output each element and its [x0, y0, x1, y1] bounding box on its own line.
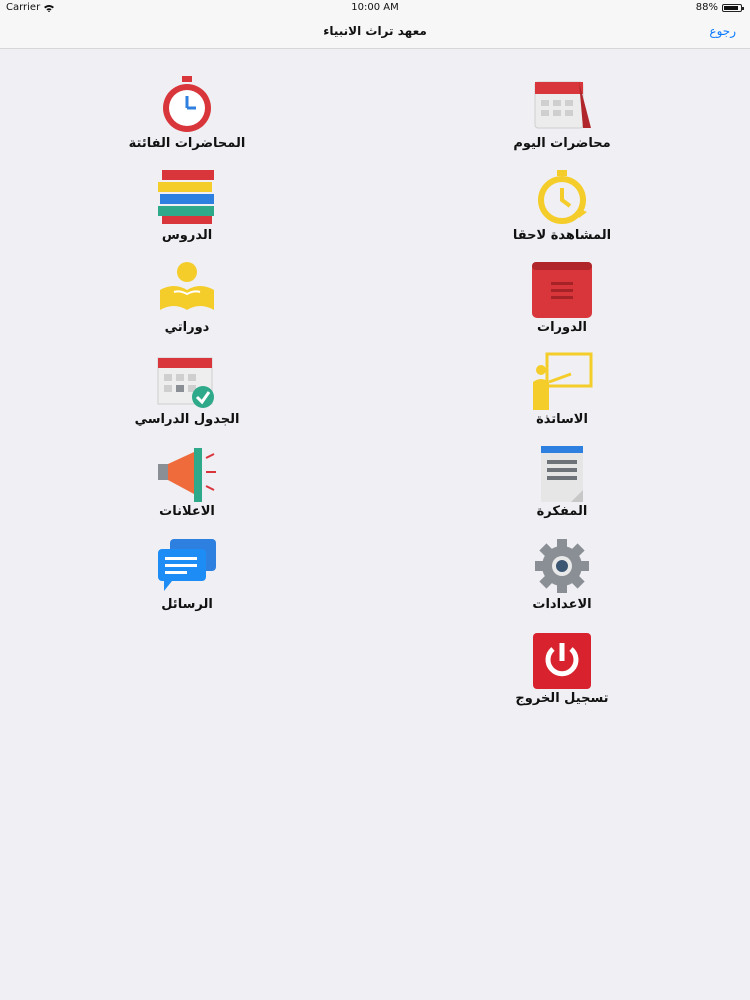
lessons-button[interactable]: الدروس — [117, 168, 257, 254]
notepad-icon — [541, 446, 583, 502]
notebook-button[interactable]: المفكرة — [492, 444, 632, 530]
calendar-check-icon — [157, 357, 214, 408]
power-icon — [533, 633, 591, 689]
watch-later-button[interactable]: المشاهدة لاحقا — [492, 168, 632, 254]
messages-label: الرسائل — [161, 597, 213, 612]
todays-lectures-label: محاضرات اليوم — [513, 136, 611, 151]
courses-label: الدورات — [537, 320, 587, 335]
books-stack-icon — [158, 170, 214, 224]
missed-lectures-button[interactable]: المحاضرات الفائتة — [117, 76, 257, 162]
notebook-label: المفكرة — [536, 504, 588, 519]
settings-button[interactable]: الاعدادات — [492, 537, 632, 623]
page-title: معهد تراث الانبياء — [323, 24, 427, 38]
announcements-label: الاعلانات — [159, 504, 215, 519]
schedule-label: الجدول الدراسي — [134, 412, 240, 427]
battery-fill — [724, 5, 739, 10]
announcements-button[interactable]: الاعلانات — [117, 444, 257, 530]
stopwatch-icon — [163, 76, 211, 132]
missed-lectures-label: المحاضرات الفائتة — [128, 136, 246, 151]
book-icon — [532, 262, 592, 318]
teacher-icon — [533, 352, 593, 410]
settings-label: الاعدادات — [532, 597, 592, 612]
teachers-label: الاساتذة — [536, 412, 588, 427]
megaphone-icon — [158, 448, 216, 502]
my-courses-label: دوراتي — [164, 320, 210, 335]
gear-icon — [535, 539, 589, 593]
battery-percent: 88% — [695, 2, 718, 13]
calendar-icon — [534, 81, 591, 129]
courses-button[interactable]: الدورات — [492, 260, 632, 346]
logout-label: تسجيل الخروج — [515, 691, 609, 706]
messages-button[interactable]: الرسائل — [117, 537, 257, 623]
logout-button[interactable]: تسجيل الخروج — [492, 631, 632, 717]
schedule-button[interactable]: الجدول الدراسي — [117, 352, 257, 438]
navigation-bar: معهد تراث الانبياء رجوع — [0, 16, 750, 49]
chat-bubbles-icon — [158, 539, 216, 591]
my-courses-button[interactable]: دوراتي — [117, 260, 257, 346]
status-time: 10:00 AM — [351, 2, 399, 13]
reader-icon — [160, 262, 214, 310]
teachers-button[interactable]: الاساتذة — [492, 352, 632, 438]
watch-later-label: المشاهدة لاحقا — [512, 228, 612, 243]
todays-lectures-button[interactable]: محاضرات اليوم — [492, 76, 632, 162]
battery-icon — [722, 3, 744, 12]
stopwatch-icon — [538, 170, 587, 224]
status-bar: Carrier 10:00 AM 88% — [0, 0, 750, 16]
back-button[interactable]: رجوع — [709, 24, 736, 38]
lessons-label: الدروس — [161, 228, 213, 243]
